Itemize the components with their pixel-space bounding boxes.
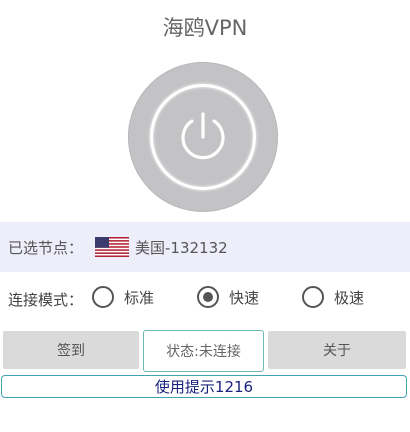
mode-option-label: 极速 bbox=[334, 288, 365, 307]
checkin-button[interactable]: 签到 bbox=[3, 331, 139, 369]
mode-option-label: 快速 bbox=[229, 288, 260, 307]
radio-unchecked-icon bbox=[92, 286, 114, 308]
status-display: 状态:未连接 bbox=[143, 330, 264, 372]
mode-option-extreme[interactable]: 极速 bbox=[302, 286, 364, 308]
node-value: 美国-132132 bbox=[135, 238, 228, 257]
mode-label: 连接模式： bbox=[8, 291, 84, 309]
mode-option-label: 标准 bbox=[124, 288, 155, 307]
about-button[interactable]: 关于 bbox=[268, 331, 406, 369]
power-icon bbox=[181, 112, 225, 160]
us-flag-icon bbox=[95, 237, 130, 257]
usage-tip-link[interactable]: 使用提示1216 bbox=[1, 375, 407, 398]
app-screen: 海鸥VPN 已选节点： 美国-132132 连接模式： 标准 快速 极速 签到 … bbox=[0, 0, 410, 432]
app-title: 海鸥VPN bbox=[162, 16, 248, 40]
power-button[interactable] bbox=[128, 62, 278, 212]
radio-unchecked-icon bbox=[302, 286, 324, 308]
selected-node-row[interactable]: 已选节点： 美国-132132 bbox=[0, 222, 410, 272]
mode-option-standard[interactable]: 标准 bbox=[92, 286, 154, 308]
connection-mode-row: 连接模式： 标准 快速 极速 bbox=[0, 284, 410, 314]
radio-checked-icon bbox=[197, 286, 219, 308]
action-row: 签到 状态:未连接 关于 bbox=[0, 330, 410, 372]
node-label: 已选节点： bbox=[8, 238, 84, 257]
mode-option-fast[interactable]: 快速 bbox=[197, 286, 259, 308]
